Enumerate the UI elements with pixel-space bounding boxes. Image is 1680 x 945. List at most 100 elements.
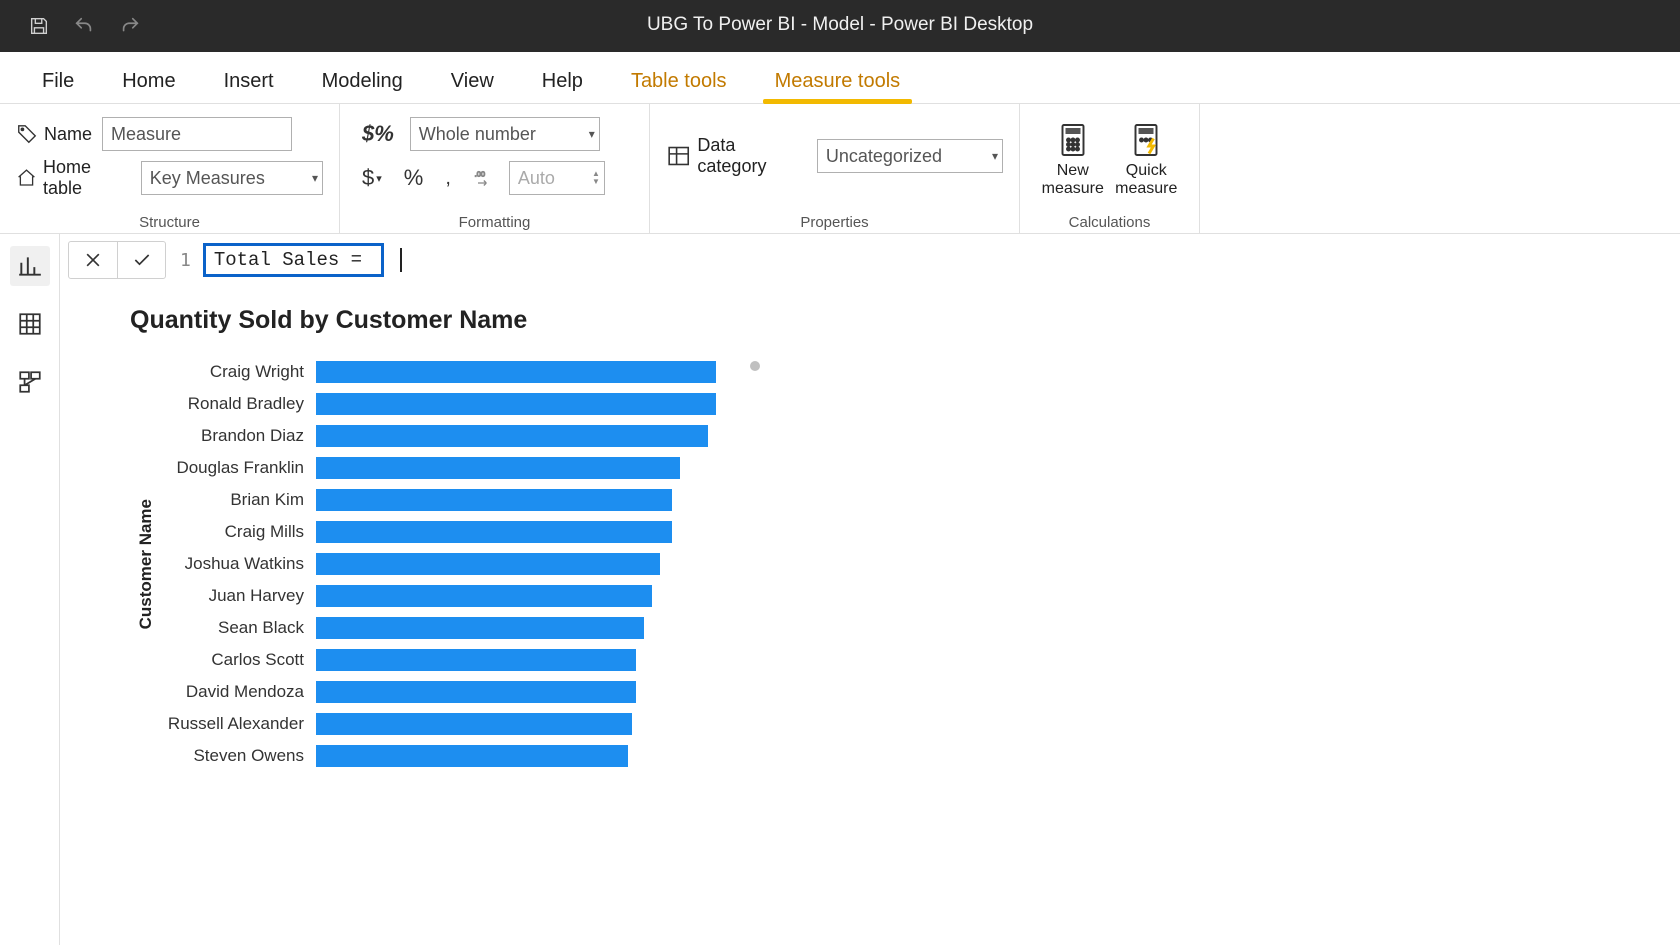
commit-formula-button[interactable] [117, 242, 165, 278]
bar [316, 681, 636, 703]
save-icon[interactable] [28, 15, 50, 37]
quick-access-toolbar [0, 15, 142, 37]
bar-row[interactable]: Russell Alexander [156, 713, 716, 735]
comma-button[interactable]: , [439, 167, 457, 190]
quick-measure-button[interactable]: Quick measure [1110, 112, 1184, 208]
report-canvas[interactable]: Quantity Sold by Customer Name Customer … [60, 286, 1680, 945]
ribbon-group-formatting: $% Whole number ▾ $▾ % , .00 Auto ▲▼ For… [340, 104, 650, 233]
bar [316, 649, 636, 671]
table-icon [666, 143, 691, 169]
bar-row[interactable]: Juan Harvey [156, 585, 716, 607]
ribbon-group-calculations: New measure Quick measure Calculations [1020, 104, 1200, 233]
tab-file[interactable]: File [18, 58, 98, 103]
bar-label: Sean Black [156, 618, 316, 638]
bar-track [316, 585, 716, 607]
group-label-properties: Properties [650, 214, 1019, 231]
decimals-input[interactable]: Auto ▲▼ [509, 161, 605, 195]
home-table-label: Home table [16, 157, 131, 199]
bar-chart: Customer Name Craig WrightRonald Bradley… [130, 361, 1660, 767]
format-string-icon: $% [356, 121, 400, 147]
bar-label: Juan Harvey [156, 586, 316, 606]
tab-measure-tools[interactable]: Measure tools [751, 58, 925, 103]
ribbon-tabs: File Home Insert Modeling View Help Tabl… [0, 52, 1680, 104]
bar-track [316, 489, 716, 511]
view-switcher [0, 234, 60, 945]
bar [316, 713, 632, 735]
tab-help[interactable]: Help [518, 58, 607, 103]
bar [316, 521, 672, 543]
bar-label: Steven Owens [156, 746, 316, 766]
percent-button[interactable]: % [398, 165, 430, 191]
bar-chart-icon [17, 253, 43, 279]
data-category-select[interactable]: Uncategorized ▾ [817, 139, 1003, 173]
bar-row[interactable]: Joshua Watkins [156, 553, 716, 575]
bar-row[interactable]: Brandon Diaz [156, 425, 716, 447]
currency-button[interactable]: $▾ [356, 165, 388, 191]
chevron-down-icon: ▾ [992, 149, 998, 163]
bar-row[interactable]: Craig Wright [156, 361, 716, 383]
tab-view[interactable]: View [427, 58, 518, 103]
tab-home[interactable]: Home [98, 58, 199, 103]
bar-row[interactable]: Carlos Scott [156, 649, 716, 671]
formula-text: Total Sales = [203, 243, 385, 277]
bar-row[interactable]: Douglas Franklin [156, 457, 716, 479]
bar-label: Carlos Scott [156, 650, 316, 670]
tab-table-tools[interactable]: Table tools [607, 58, 751, 103]
new-measure-button[interactable]: New measure [1036, 112, 1110, 208]
calculator-icon [1055, 122, 1091, 158]
home-table-select[interactable]: Key Measures ▾ [141, 161, 323, 195]
bar-row[interactable]: Ronald Bradley [156, 393, 716, 415]
bar-label: Douglas Franklin [156, 458, 316, 478]
bar-row[interactable]: Brian Kim [156, 489, 716, 511]
bar-track [316, 553, 716, 575]
ribbon-group-properties: Data category Uncategorized ▾ Properties [650, 104, 1020, 233]
bar-label: Joshua Watkins [156, 554, 316, 574]
measure-name-input[interactable] [102, 117, 292, 151]
bar-track [316, 521, 716, 543]
model-view-button[interactable] [10, 362, 50, 402]
bar-track [316, 745, 716, 767]
data-category-label: Data category [666, 135, 807, 177]
tag-icon [16, 123, 38, 145]
home-icon [16, 167, 37, 189]
decimal-decrease-button[interactable]: .00 [467, 168, 499, 188]
bar-row[interactable]: David Mendoza [156, 681, 716, 703]
bar [316, 393, 716, 415]
bar-label: Ronald Bradley [156, 394, 316, 414]
data-view-button[interactable] [10, 304, 50, 344]
bar-track [316, 649, 716, 671]
group-label-formatting: Formatting [340, 214, 649, 231]
name-label: Name [16, 123, 92, 145]
svg-text:.00: .00 [475, 169, 485, 178]
undo-icon[interactable] [72, 15, 96, 37]
bar-label: Craig Wright [156, 362, 316, 382]
tab-modeling[interactable]: Modeling [298, 58, 427, 103]
bar-track [316, 425, 716, 447]
formula-actions [68, 241, 166, 279]
bar-row[interactable]: Steven Owens [156, 745, 716, 767]
bar [316, 489, 672, 511]
bar-label: Brian Kim [156, 490, 316, 510]
bar-row[interactable]: Sean Black [156, 617, 716, 639]
titlebar: UBG To Power BI - Model - Power BI Deskt… [0, 0, 1680, 52]
scrollbar-thumb[interactable] [750, 361, 760, 371]
bar-label: David Mendoza [156, 682, 316, 702]
formula-bar: 1 Total Sales = [60, 234, 1680, 286]
bar-row[interactable]: Craig Mills [156, 521, 716, 543]
bar-track [316, 457, 716, 479]
canvas-wrap: 1 Total Sales = Quantity Sold by Custome… [60, 234, 1680, 945]
tab-insert[interactable]: Insert [200, 58, 298, 103]
redo-icon[interactable] [118, 15, 142, 37]
cancel-formula-button[interactable] [69, 242, 117, 278]
bar [316, 745, 628, 767]
main-area: 1 Total Sales = Quantity Sold by Custome… [0, 234, 1680, 945]
report-view-button[interactable] [10, 246, 50, 286]
model-icon [17, 369, 43, 395]
formula-input[interactable]: Total Sales = [197, 240, 409, 280]
chart-title: Quantity Sold by Customer Name [130, 306, 1660, 335]
group-label-structure: Structure [0, 214, 339, 231]
ribbon-spacer [1200, 104, 1680, 233]
format-select[interactable]: Whole number ▾ [410, 117, 600, 151]
check-icon [130, 250, 154, 270]
calculator-lightning-icon [1128, 122, 1164, 158]
